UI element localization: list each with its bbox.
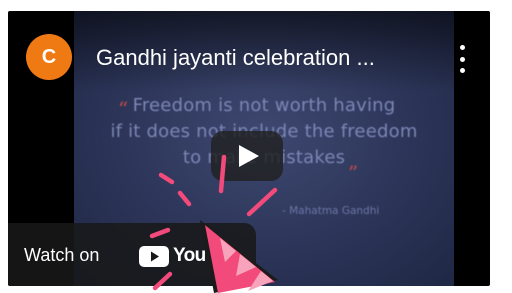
party-popper-icon [149, 154, 278, 293]
